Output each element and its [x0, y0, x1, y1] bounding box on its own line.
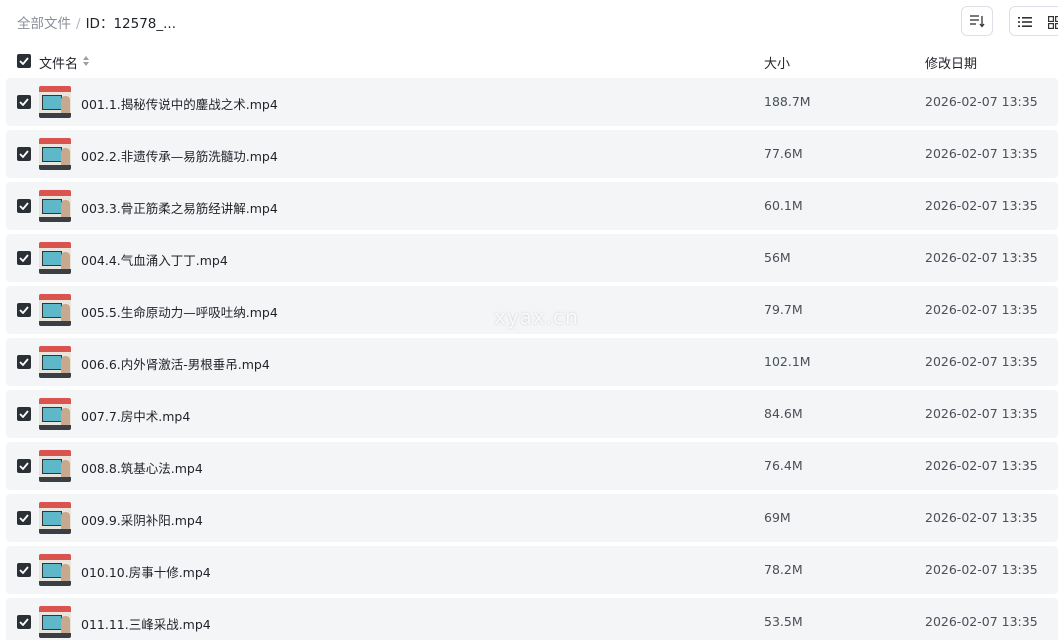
- view-mode-toggle: [1009, 6, 1058, 36]
- table-row[interactable]: 002.2.非遗传承—易筋洗髓功.mp4 77.6M 2026-02-07 13:3…: [6, 130, 1058, 178]
- table-row[interactable]: 008.8.筑基心法.mp4 76.4M 2026-02-07 13:35: [6, 442, 1058, 490]
- table-row[interactable]: 010.10.房事十修.mp4 78.2M 2026-02-07 13:35: [6, 546, 1058, 594]
- table-row[interactable]: 004.4.气血涌入丁丁.mp4 56M 2026-02-07 13:35: [6, 234, 1058, 282]
- file-name[interactable]: 009.9.采阴补阳.mp4: [81, 510, 203, 529]
- video-thumbnail-icon[interactable]: [39, 138, 71, 170]
- checkmark-icon: [19, 254, 29, 262]
- file-modified-date: 2026-02-07 13:35: [925, 302, 1038, 317]
- file-size: 84.6M: [764, 406, 803, 421]
- video-thumbnail-icon[interactable]: [39, 606, 71, 638]
- video-thumbnail-icon[interactable]: [39, 346, 71, 378]
- file-modified-date: 2026-02-07 13:35: [925, 562, 1038, 577]
- checkmark-icon: [19, 566, 29, 574]
- top-bar: 全部文件 / ID：12578_...: [0, 0, 1058, 44]
- row-checkbox[interactable]: [17, 407, 31, 421]
- checkmark-icon: [19, 98, 29, 106]
- video-thumbnail-icon[interactable]: [39, 450, 71, 482]
- select-all-checkbox[interactable]: [17, 54, 31, 68]
- column-header-name[interactable]: 文件名: [39, 53, 78, 72]
- file-size: 102.1M: [764, 354, 811, 369]
- checkmark-icon: [19, 306, 29, 314]
- breadcrumb-current-folder: ID：12578_...: [85, 16, 177, 32]
- row-checkbox[interactable]: [17, 251, 31, 265]
- grid-view-button[interactable]: [1044, 13, 1058, 31]
- table-row[interactable]: 003.3.骨正筋柔之易筋经讲解.mp4 60.1M 2026-02-07 13:3…: [6, 182, 1058, 230]
- file-size: 69M: [764, 510, 791, 525]
- table-row[interactable]: 009.9.采阴补阳.mp4 69M 2026-02-07 13:35: [6, 494, 1058, 542]
- file-size: 60.1M: [764, 198, 803, 213]
- column-header-date: 修改日期: [925, 57, 978, 72]
- video-thumbnail-icon[interactable]: [39, 190, 71, 222]
- watermark-text: xyax.cn: [494, 305, 579, 329]
- table-row[interactable]: 006.6.内外肾激活-男根垂吊.mp4 102.1M 2026-02-07 13:…: [6, 338, 1058, 386]
- checkmark-icon: [19, 57, 29, 65]
- file-name[interactable]: 008.8.筑基心法.mp4: [81, 458, 203, 477]
- file-name[interactable]: 007.7.房中术.mp4: [81, 406, 190, 425]
- breadcrumb-root-link[interactable]: 全部文件: [17, 16, 71, 32]
- table-row[interactable]: 011.11.三峰采战.mp4 53.5M 2026-02-07 13:35: [6, 598, 1058, 640]
- table-row[interactable]: 007.7.房中术.mp4 84.6M 2026-02-07 13:35: [6, 390, 1058, 438]
- checkmark-icon: [19, 202, 29, 210]
- row-checkbox[interactable]: [17, 563, 31, 577]
- video-thumbnail-icon[interactable]: [39, 242, 71, 274]
- file-modified-date: 2026-02-07 13:35: [925, 250, 1038, 265]
- row-checkbox[interactable]: [17, 147, 31, 161]
- file-modified-date: 2026-02-07 13:35: [925, 510, 1038, 525]
- row-checkbox[interactable]: [17, 511, 31, 525]
- row-checkbox[interactable]: [17, 95, 31, 109]
- video-thumbnail-icon[interactable]: [39, 502, 71, 534]
- checkmark-icon: [19, 514, 29, 522]
- file-size: 78.2M: [764, 562, 803, 577]
- column-header-size: 大小: [764, 57, 791, 72]
- row-checkbox[interactable]: [17, 303, 31, 317]
- file-modified-date: 2026-02-07 13:35: [925, 458, 1038, 473]
- file-size: 76.4M: [764, 458, 803, 473]
- sort-button[interactable]: [961, 6, 993, 36]
- checkmark-icon: [19, 462, 29, 470]
- file-size: 79.7M: [764, 302, 803, 317]
- file-name[interactable]: 006.6.内外肾激活-男根垂吊.mp4: [81, 354, 270, 373]
- list-view-icon: [1018, 17, 1032, 27]
- file-list: 001.1.揭秘传说中的鏖战之术.mp4 188.7M 2026-02-07 13:…: [0, 78, 1058, 640]
- file-modified-date: 2026-02-07 13:35: [925, 198, 1038, 213]
- file-modified-date: 2026-02-07 13:35: [925, 614, 1038, 629]
- file-name[interactable]: 005.5.生命原动力—呼吸吐纳.mp4: [81, 302, 278, 321]
- row-checkbox[interactable]: [17, 199, 31, 213]
- list-view-button[interactable]: [1015, 13, 1035, 31]
- video-thumbnail-icon[interactable]: [39, 86, 71, 118]
- table-row[interactable]: 001.1.揭秘传说中的鏖战之术.mp4 188.7M 2026-02-07 13:…: [6, 78, 1058, 126]
- file-size: 77.6M: [764, 146, 803, 161]
- file-modified-date: 2026-02-07 13:35: [925, 406, 1038, 421]
- video-thumbnail-icon[interactable]: [39, 554, 71, 586]
- file-name[interactable]: 004.4.气血涌入丁丁.mp4: [81, 250, 228, 269]
- table-header: 文件名 大小 修改日期: [0, 46, 1058, 76]
- file-modified-date: 2026-02-07 13:35: [925, 94, 1038, 109]
- file-modified-date: 2026-02-07 13:35: [925, 354, 1038, 369]
- file-name[interactable]: 011.11.三峰采战.mp4: [81, 614, 211, 633]
- sort-icon: [970, 15, 985, 28]
- row-checkbox[interactable]: [17, 355, 31, 369]
- file-size: 53.5M: [764, 614, 803, 629]
- row-checkbox[interactable]: [17, 615, 31, 629]
- row-checkbox[interactable]: [17, 459, 31, 473]
- checkmark-icon: [19, 358, 29, 366]
- checkmark-icon: [19, 150, 29, 158]
- file-name[interactable]: 001.1.揭秘传说中的鏖战之术.mp4: [81, 94, 278, 113]
- video-thumbnail-icon[interactable]: [39, 398, 71, 430]
- checkmark-icon: [19, 410, 29, 418]
- breadcrumb: 全部文件 / ID：12578_...: [17, 12, 176, 32]
- file-name[interactable]: 003.3.骨正筋柔之易筋经讲解.mp4: [81, 198, 278, 217]
- file-name[interactable]: 002.2.非遗传承—易筋洗髓功.mp4: [81, 146, 278, 165]
- grid-view-icon: [1047, 15, 1058, 29]
- video-thumbnail-icon[interactable]: [39, 294, 71, 326]
- breadcrumb-separator: /: [76, 16, 81, 32]
- file-name[interactable]: 010.10.房事十修.mp4: [81, 562, 211, 581]
- file-size: 188.7M: [764, 94, 811, 109]
- sort-caret-icon[interactable]: [82, 55, 90, 67]
- file-modified-date: 2026-02-07 13:35: [925, 146, 1038, 161]
- checkmark-icon: [19, 618, 29, 626]
- file-size: 56M: [764, 250, 791, 265]
